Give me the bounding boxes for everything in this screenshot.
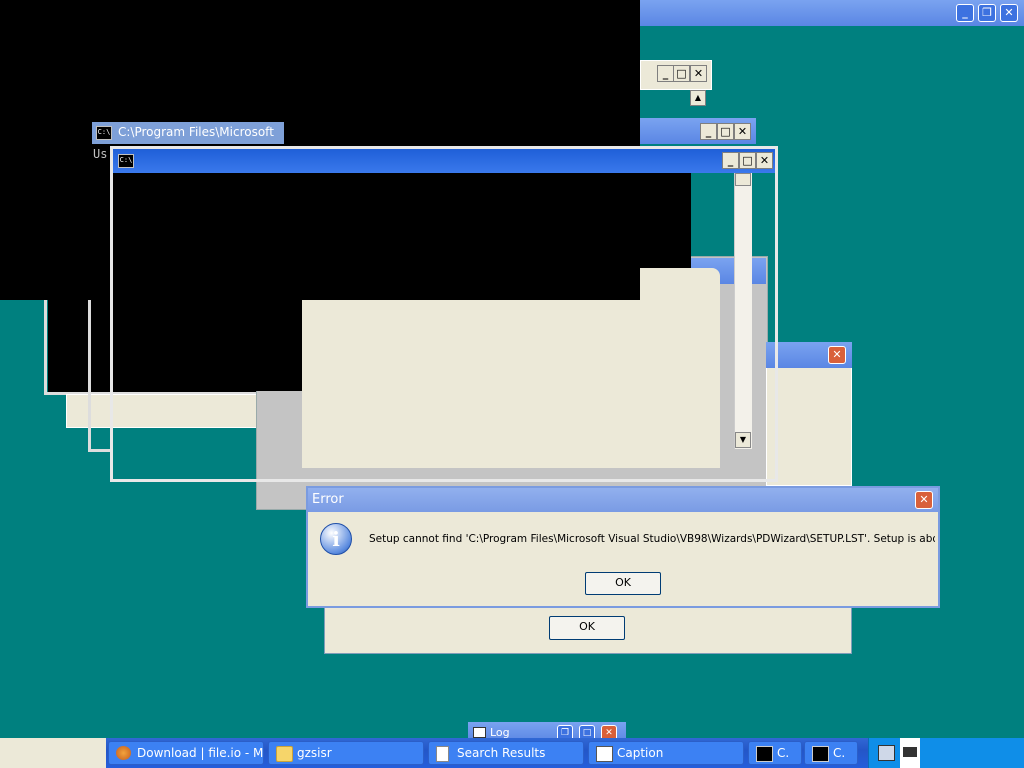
close-button[interactable]: ✕ [690,65,707,82]
cmd-titlebar-partial: C:\ C:\Program Files\Microsoft [92,122,284,144]
error-dialog-titlebar: Error [308,488,938,512]
beige-panel [302,300,720,468]
info-icon: i [320,523,352,555]
window-icon [596,746,613,762]
minimize-button[interactable]: _ [700,123,717,140]
close-button[interactable]: ✕ [915,491,933,509]
taskbar-item-cmd-1[interactable]: C. [748,741,802,765]
search-results-icon [436,746,449,762]
scrollbar-up[interactable]: ▲ [690,90,706,106]
taskbar-item-firefox[interactable]: Download | file.io - M... [108,741,264,765]
close-button[interactable]: ✕ [1000,4,1018,22]
tray-network-icon[interactable] [878,745,895,761]
folder-icon [276,746,293,762]
cmd-icon [812,746,829,762]
taskbar-left-area [0,738,106,768]
taskbar-item-gzsisr[interactable]: gzsisr [268,741,424,765]
scrollbar-down[interactable]: ▼ [735,432,751,448]
cmd-icon: C:\ [96,126,112,140]
minimize-button[interactable]: _ [722,152,739,169]
taskbar-item-cmd-2[interactable]: C. [804,741,858,765]
maximize-button[interactable]: □ [739,152,756,169]
maximize-button[interactable]: □ [717,123,734,140]
minimize-button[interactable]: _ [657,65,674,82]
cmd-icon [756,746,773,762]
error-message: Setup cannot find 'C:\Program Files\Micr… [369,533,935,545]
close-button[interactable]: ✕ [734,123,751,140]
ok-button[interactable]: OK [549,616,625,640]
taskbar-item-search-results[interactable]: Search Results [428,741,584,765]
close-button[interactable]: ✕ [828,346,846,364]
minimize-button[interactable]: _ [956,4,974,22]
restore-button[interactable]: ❐ [978,4,996,22]
taskbar-item-caption[interactable]: Caption [588,741,744,765]
vertical-scrollbar[interactable] [734,173,752,449]
maximize-button[interactable]: □ [673,65,690,82]
scrollbar-thumb[interactable] [735,173,751,186]
beige-panel-top [640,268,720,302]
close-button[interactable]: ✕ [756,152,773,169]
window-frame-mid [88,300,112,452]
firefox-icon [116,746,131,760]
cmd-front-titlebar: C:\ [113,149,775,173]
ok-button[interactable]: OK [585,572,661,595]
keyboard-icon [903,747,917,757]
error-title: Error [312,492,344,507]
cmd-title: C:\Program Files\Microsoft [118,125,274,139]
window-icon [473,727,486,738]
cmd-icon: C:\ [118,154,134,168]
cmd-text: Us [93,147,108,161]
